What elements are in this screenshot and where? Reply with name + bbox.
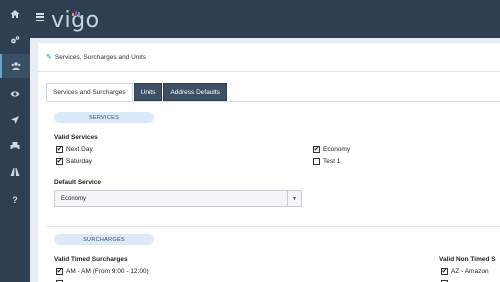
checkbox-label: Test 1 xyxy=(323,158,341,165)
chevron-down-icon[interactable]: ▼ xyxy=(287,191,301,206)
default-service-select[interactable]: Economy ▼ xyxy=(54,190,302,207)
home-icon[interactable] xyxy=(0,2,30,26)
sidebar: ? xyxy=(0,0,30,282)
tab-bar: Services and Surcharges Units Address De… xyxy=(46,83,228,101)
users-icon[interactable] xyxy=(0,54,30,78)
tab-address-defaults[interactable]: Address Defaults xyxy=(163,83,227,101)
checkbox-label: Saturday xyxy=(66,158,93,165)
divider xyxy=(46,226,500,227)
service-option-test-1[interactable]: Test 1 xyxy=(313,158,340,165)
timed-surcharge-option[interactable]: AM - AM (From 9:00 - 12:00) xyxy=(56,268,149,275)
service-option-next-day[interactable]: Next Day xyxy=(56,146,93,153)
checkbox[interactable] xyxy=(441,268,448,275)
menu-icon[interactable] xyxy=(36,13,44,22)
checkbox[interactable] xyxy=(56,268,63,275)
road-icon[interactable] xyxy=(0,160,30,184)
top-bar: vigo xyxy=(30,0,500,38)
checkbox-label: Next Day xyxy=(66,146,93,153)
tab-services-and-surcharges[interactable]: Services and Surcharges xyxy=(46,83,133,101)
valid-services-label: Valid Services xyxy=(54,134,98,141)
non-timed-surcharge-option[interactable]: AZ - Amazon xyxy=(441,268,489,275)
checkbox-label: AZ - Amazon xyxy=(451,268,489,275)
checkbox[interactable] xyxy=(56,146,63,153)
question-icon[interactable]: ? xyxy=(0,188,30,212)
checkbox[interactable] xyxy=(56,158,63,165)
eye-icon[interactable] xyxy=(0,82,30,106)
service-option-economy[interactable]: Economy xyxy=(313,146,350,153)
print-icon[interactable] xyxy=(0,134,30,158)
valid-timed-surcharges-label: Valid Timed Surcharges xyxy=(54,256,128,263)
logo-bars-icon xyxy=(72,10,80,16)
tab-underline xyxy=(46,101,500,102)
breadcrumb: ✎ Services, Surcharges and Units xyxy=(46,53,146,62)
select-value: Economy xyxy=(61,195,87,202)
services-section-label: SERVICES xyxy=(54,112,154,123)
divider xyxy=(38,71,500,72)
checkbox-label: Economy xyxy=(323,146,351,153)
tab-units[interactable]: Units xyxy=(133,83,163,101)
service-option-saturday[interactable]: Saturday xyxy=(56,158,92,165)
valid-non-timed-surcharges-label: Valid Non Timed S xyxy=(439,256,496,263)
location-arrow-icon[interactable] xyxy=(0,108,30,132)
surcharges-section-label: SURCHARGES xyxy=(54,234,154,245)
pencil-icon: ✎ xyxy=(46,54,52,61)
cogs-icon[interactable] xyxy=(0,28,30,52)
checkbox-label: AM - AM (From 9:00 - 12:00) xyxy=(66,268,149,275)
default-service-label: Default Service xyxy=(54,179,101,186)
checkbox[interactable] xyxy=(313,146,320,153)
main-panel: ✎ Services, Surcharges and Units Service… xyxy=(38,43,500,282)
page-title: Services, Surcharges and Units xyxy=(54,53,146,61)
checkbox[interactable] xyxy=(313,158,320,165)
